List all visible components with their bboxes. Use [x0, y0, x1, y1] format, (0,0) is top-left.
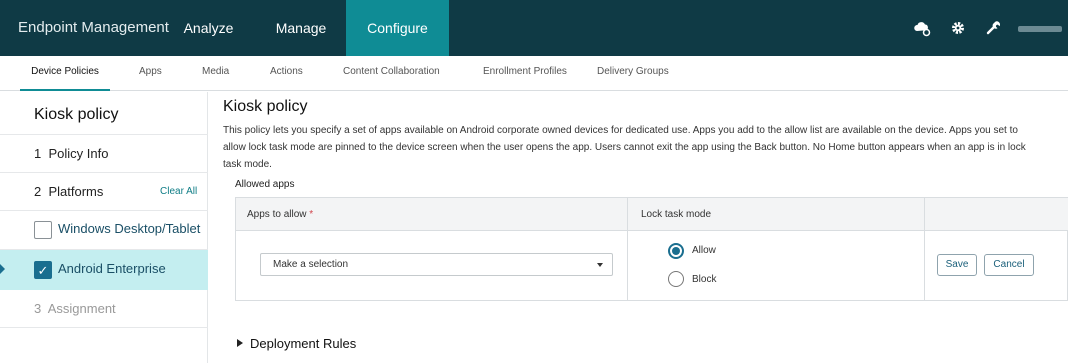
- tab-apps[interactable]: Apps: [139, 56, 162, 91]
- save-button[interactable]: Save: [937, 254, 977, 276]
- configure-subtabs: Device Policies Apps Media Actions Conte…: [0, 56, 1068, 91]
- tab-device-policies[interactable]: Device Policies: [20, 56, 110, 91]
- sidebar-item-label: Android Enterprise: [58, 261, 166, 276]
- column-header-label: Apps to allow: [247, 209, 307, 220]
- table-header: Apps to allow * Lock task mode: [236, 198, 1068, 231]
- sidebar-item-label: 1 Policy Info: [34, 146, 109, 161]
- allowed-apps-label: Allowed apps: [235, 179, 295, 190]
- tab-actions[interactable]: Actions: [270, 56, 303, 91]
- radio-label-allow: Allow: [692, 245, 716, 256]
- gear-icon[interactable]: [948, 18, 968, 38]
- nav-analyze[interactable]: Analyze: [171, 0, 246, 56]
- column-header-apps-to-allow: Apps to allow *: [247, 198, 313, 231]
- allowed-apps-table: Apps to allow * Lock task mode Make a se…: [235, 197, 1068, 301]
- sidebar-item-label: 3 Assignment: [34, 301, 116, 316]
- wrench-icon[interactable]: [983, 18, 1003, 38]
- active-marker-icon: [0, 264, 5, 274]
- lock-mode-allow-radio[interactable]: [668, 243, 684, 259]
- product-brand[interactable]: Endpoint Management: [18, 0, 169, 56]
- column-divider: [627, 198, 628, 301]
- sidebar-item-assignment[interactable]: 3 Assignment: [0, 290, 208, 328]
- sidebar-item-android-enterprise[interactable]: ✓ Android Enterprise: [0, 250, 208, 290]
- apps-to-allow-select[interactable]: Make a selection: [260, 253, 613, 276]
- column-divider: [924, 198, 925, 301]
- sidebar-title: Kiosk policy: [34, 106, 119, 123]
- sidebar-item-label: Windows Desktop/Tablet: [58, 221, 201, 236]
- lock-mode-block-radio[interactable]: [668, 271, 684, 287]
- sidebar-item-windows-desktop-tablet[interactable]: Windows Desktop/Tablet: [0, 211, 208, 250]
- tab-delivery-groups[interactable]: Delivery Groups: [597, 56, 669, 91]
- chevron-down-icon: [597, 263, 603, 267]
- cancel-button[interactable]: Cancel: [984, 254, 1034, 276]
- column-header-lock-task-mode: Lock task mode: [641, 209, 712, 220]
- page-title: Kiosk policy: [223, 98, 308, 115]
- tab-content-collaboration[interactable]: Content Collaboration: [343, 56, 440, 91]
- android-checkbox[interactable]: ✓: [34, 261, 52, 279]
- tab-enrollment-profiles[interactable]: Enrollment Profiles: [483, 56, 567, 91]
- deployment-rules-toggle[interactable]: Deployment Rules: [250, 336, 356, 351]
- nav-manage[interactable]: Manage: [262, 0, 340, 56]
- required-marker: *: [309, 209, 314, 220]
- user-name-redacted[interactable]: [1018, 26, 1062, 32]
- select-value: Make a selection: [273, 259, 349, 270]
- sidebar-item-platforms[interactable]: 2 Platforms Clear All: [0, 173, 208, 211]
- nav-configure[interactable]: Configure: [346, 0, 449, 56]
- top-navigation-bar: Endpoint Management Analyze Manage Confi…: [0, 0, 1068, 56]
- sidebar-item-policy-info[interactable]: 1 Policy Info: [0, 135, 208, 173]
- policy-description: This policy lets you specify a set of ap…: [223, 125, 1026, 170]
- windows-checkbox[interactable]: [34, 221, 52, 239]
- radio-label-block: Block: [692, 274, 717, 285]
- chevron-right-icon[interactable]: [237, 339, 243, 347]
- clear-all-link[interactable]: Clear All: [160, 186, 197, 197]
- sidebar-title-row: Kiosk policy: [0, 92, 208, 135]
- policy-steps-sidebar: Kiosk policy 1 Policy Info 2 Platforms C…: [0, 92, 208, 363]
- sidebar-item-label: 2 Platforms: [34, 184, 104, 199]
- tab-media[interactable]: Media: [202, 56, 229, 91]
- cloud-gear-icon[interactable]: [912, 18, 932, 38]
